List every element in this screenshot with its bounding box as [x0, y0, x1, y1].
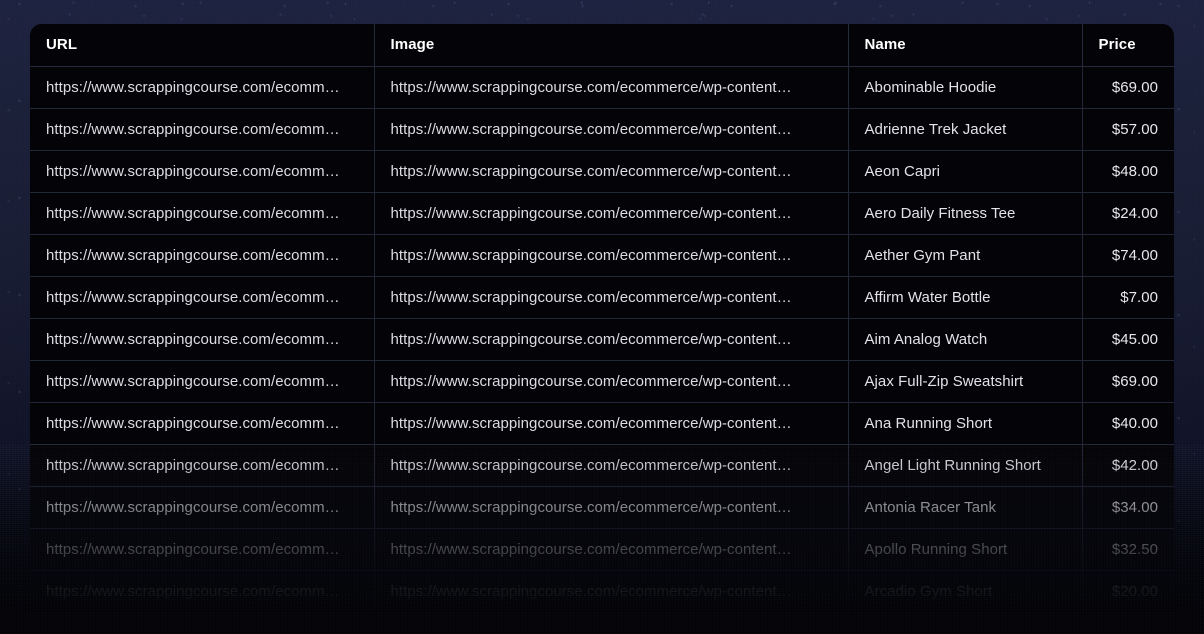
- column-header-price[interactable]: Price: [1082, 24, 1174, 67]
- cell-price: $69.00: [1082, 66, 1174, 109]
- cell-image: https://www.scrappingcourse.com/ecommerc…: [374, 276, 849, 319]
- table-row[interactable]: https://www.scrappingcourse.com/ecomm… ht…: [30, 486, 1174, 529]
- cell-name: Ana Running Short: [848, 402, 1083, 445]
- cell-url: https://www.scrappingcourse.com/ecomm…: [30, 108, 375, 151]
- cell-name: Antonia Racer Tank: [848, 486, 1083, 529]
- cell-price: $7.00: [1082, 276, 1174, 319]
- table-row[interactable]: https://www.scrappingcourse.com/ecomm… ht…: [30, 192, 1174, 235]
- cell-image: https://www.scrappingcourse.com/ecommerc…: [374, 402, 849, 445]
- cell-name: Abominable Hoodie: [848, 66, 1083, 109]
- table-row[interactable]: https://www.scrappingcourse.com/ecomm… ht…: [30, 528, 1174, 571]
- cell-image: https://www.scrappingcourse.com/ecommerc…: [374, 192, 849, 235]
- cell-image: https://www.scrappingcourse.com/ecommerc…: [374, 528, 849, 571]
- cell-url: https://www.scrappingcourse.com/ecomm…: [30, 66, 375, 109]
- cell-price: $42.00: [1082, 444, 1174, 487]
- cell-price: $20.00: [1082, 570, 1174, 613]
- cell-url: https://www.scrappingcourse.com/ecomm…: [30, 192, 375, 235]
- table-row[interactable]: https://www.scrappingcourse.com/ecomm… ht…: [30, 108, 1174, 151]
- table-row[interactable]: https://www.scrappingcourse.com/ecomm… ht…: [30, 66, 1174, 109]
- table-row[interactable]: https://www.scrappingcourse.com/ecomm… ht…: [30, 234, 1174, 277]
- table-row[interactable]: https://www.scrappingcourse.com/ecomm… ht…: [30, 444, 1174, 487]
- cell-name: Angel Light Running Short: [848, 444, 1083, 487]
- cell-price: $24.00: [1082, 192, 1174, 235]
- cell-url: https://www.scrappingcourse.com/ecomm…: [30, 444, 375, 487]
- cell-price: $48.00: [1082, 150, 1174, 193]
- cell-price: $69.00: [1082, 360, 1174, 403]
- cell-image: https://www.scrappingcourse.com/ecommerc…: [374, 150, 849, 193]
- cell-image: https://www.scrappingcourse.com/ecommerc…: [374, 360, 849, 403]
- table-row[interactable]: https://www.scrappingcourse.com/ecomm… ht…: [30, 276, 1174, 319]
- cell-name: Affirm Water Bottle: [848, 276, 1083, 319]
- cell-url: https://www.scrappingcourse.com/ecomm…: [30, 570, 375, 613]
- table-header: URL Image Name Price: [30, 24, 1174, 67]
- cell-image: https://www.scrappingcourse.com/ecommerc…: [374, 234, 849, 277]
- cell-url: https://www.scrappingcourse.com/ecomm…: [30, 360, 375, 403]
- cell-price: $32.50: [1082, 528, 1174, 571]
- cell-name: Arcadio Gym Short: [848, 570, 1083, 613]
- cell-url: https://www.scrappingcourse.com/ecomm…: [30, 402, 375, 445]
- products-table-card: URL Image Name Price https://www.scrappi…: [30, 24, 1174, 613]
- cell-url: https://www.scrappingcourse.com/ecomm…: [30, 276, 375, 319]
- column-header-image[interactable]: Image: [374, 24, 849, 67]
- table-row[interactable]: https://www.scrappingcourse.com/ecomm… ht…: [30, 318, 1174, 361]
- cell-price: $40.00: [1082, 402, 1174, 445]
- cell-url: https://www.scrappingcourse.com/ecomm…: [30, 318, 375, 361]
- column-header-name[interactable]: Name: [848, 24, 1083, 67]
- cell-image: https://www.scrappingcourse.com/ecommerc…: [374, 444, 849, 487]
- cell-price: $57.00: [1082, 108, 1174, 151]
- cell-name: Apollo Running Short: [848, 528, 1083, 571]
- cell-image: https://www.scrappingcourse.com/ecommerc…: [374, 108, 849, 151]
- cell-name: Ajax Full-Zip Sweatshirt: [848, 360, 1083, 403]
- cell-image: https://www.scrappingcourse.com/ecommerc…: [374, 486, 849, 529]
- cell-url: https://www.scrappingcourse.com/ecomm…: [30, 486, 375, 529]
- cell-name: Aim Analog Watch: [848, 318, 1083, 361]
- cell-url: https://www.scrappingcourse.com/ecomm…: [30, 150, 375, 193]
- cell-url: https://www.scrappingcourse.com/ecomm…: [30, 528, 375, 571]
- table-row[interactable]: https://www.scrappingcourse.com/ecomm… ht…: [30, 150, 1174, 193]
- cell-name: Aero Daily Fitness Tee: [848, 192, 1083, 235]
- table-row[interactable]: https://www.scrappingcourse.com/ecomm… ht…: [30, 570, 1174, 613]
- table-row[interactable]: https://www.scrappingcourse.com/ecomm… ht…: [30, 402, 1174, 445]
- table-body: https://www.scrappingcourse.com/ecomm… ht…: [30, 66, 1174, 613]
- table-row[interactable]: https://www.scrappingcourse.com/ecomm… ht…: [30, 360, 1174, 403]
- cell-name: Aeon Capri: [848, 150, 1083, 193]
- cell-url: https://www.scrappingcourse.com/ecomm…: [30, 234, 375, 277]
- cell-image: https://www.scrappingcourse.com/ecommerc…: [374, 570, 849, 613]
- table-header-row: URL Image Name Price: [30, 24, 1174, 67]
- cell-image: https://www.scrappingcourse.com/ecommerc…: [374, 66, 849, 109]
- cell-name: Aether Gym Pant: [848, 234, 1083, 277]
- cell-price: $74.00: [1082, 234, 1174, 277]
- cell-price: $45.00: [1082, 318, 1174, 361]
- cell-price: $34.00: [1082, 486, 1174, 529]
- cell-image: https://www.scrappingcourse.com/ecommerc…: [374, 318, 849, 361]
- column-header-url[interactable]: URL: [30, 24, 375, 67]
- cell-name: Adrienne Trek Jacket: [848, 108, 1083, 151]
- products-table: URL Image Name Price https://www.scrappi…: [30, 24, 1174, 613]
